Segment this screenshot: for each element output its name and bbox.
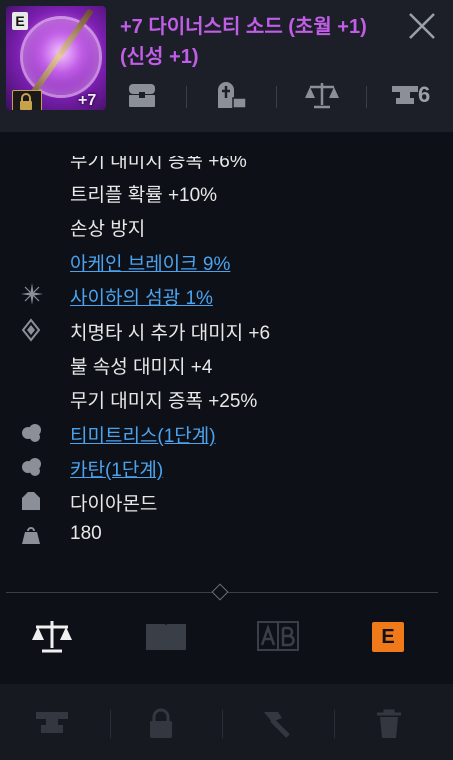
divider — [276, 86, 277, 108]
stat-material: 다이아몬드 — [70, 494, 158, 515]
item-header: E +7 +7 다이너스티 소드 (초월 +1) (신성 +1) 6 — [0, 0, 453, 132]
divider — [186, 86, 187, 108]
enhance-badge: +7 — [78, 92, 97, 109]
stat-weapon-amplify: 무기 대미지 증폭 +25% — [70, 391, 258, 412]
stat-fire-damage: 불 속성 대미지 +4 — [70, 357, 213, 378]
divider — [110, 710, 111, 738]
lock-icon[interactable] — [12, 90, 42, 110]
weight-icon — [20, 524, 42, 551]
item-stats-list: 무기 대미지 증폭 +6% 트리플 확률 +10% 손상 방지 아케인 브레이크… — [0, 132, 453, 582]
tombstone-box-icon[interactable] — [214, 80, 250, 112]
item-thumbnail[interactable]: E +7 — [6, 6, 106, 110]
link-arcane-break[interactable]: 아케인 브레이크 9% — [70, 249, 230, 276]
tab-compare-scale-icon[interactable] — [30, 618, 74, 659]
stat-weight: 180 — [70, 523, 102, 544]
divider-diamond — [211, 583, 229, 601]
material-icon — [20, 490, 42, 517]
tab-book-icon[interactable] — [144, 618, 188, 659]
anvil-icon[interactable] — [390, 80, 420, 112]
grade-badge: E — [12, 12, 28, 30]
stat-line-partial: 무기 대미지 증폭 +6% — [70, 151, 247, 172]
tab-bar: E — [0, 600, 453, 680]
stat-triple-chance: 트리플 확률 +10% — [70, 185, 218, 206]
anvil-count: 6 — [418, 82, 431, 107]
header-icon-row: 6 — [110, 74, 453, 118]
sparkle-icon — [20, 282, 44, 311]
chest-icon[interactable] — [126, 80, 158, 112]
anvil-icon[interactable] — [34, 708, 70, 743]
balance-scale-icon[interactable] — [304, 80, 340, 112]
close-icon[interactable] — [404, 8, 440, 44]
link-kartan[interactable]: 카탄(1단계) — [70, 455, 163, 482]
rune-stone-icon — [20, 456, 44, 483]
link-timitris[interactable]: 티미트리스(1단계) — [70, 421, 216, 448]
footer-action-bar — [0, 684, 453, 760]
stat-crit-extra-damage: 치명타 시 추가 대미지 +6 — [70, 323, 271, 344]
hammer-icon[interactable] — [258, 708, 294, 745]
divider — [222, 710, 223, 738]
gem-drop-icon — [20, 318, 42, 347]
link-saiha-flash[interactable]: 사이하의 섬광 1% — [70, 283, 213, 310]
tab-equipment-e[interactable]: E — [372, 622, 404, 652]
trash-icon[interactable] — [374, 708, 404, 745]
tab-ab-compare-icon[interactable] — [256, 618, 300, 659]
divider — [334, 710, 335, 738]
rune-stone-icon — [20, 422, 44, 449]
lock-icon[interactable] — [146, 708, 176, 745]
stat-damage-prevention: 손상 방지 — [70, 219, 146, 240]
divider — [366, 86, 367, 108]
item-title: +7 다이너스티 소드 (초월 +1) (신성 +1) — [120, 16, 367, 68]
